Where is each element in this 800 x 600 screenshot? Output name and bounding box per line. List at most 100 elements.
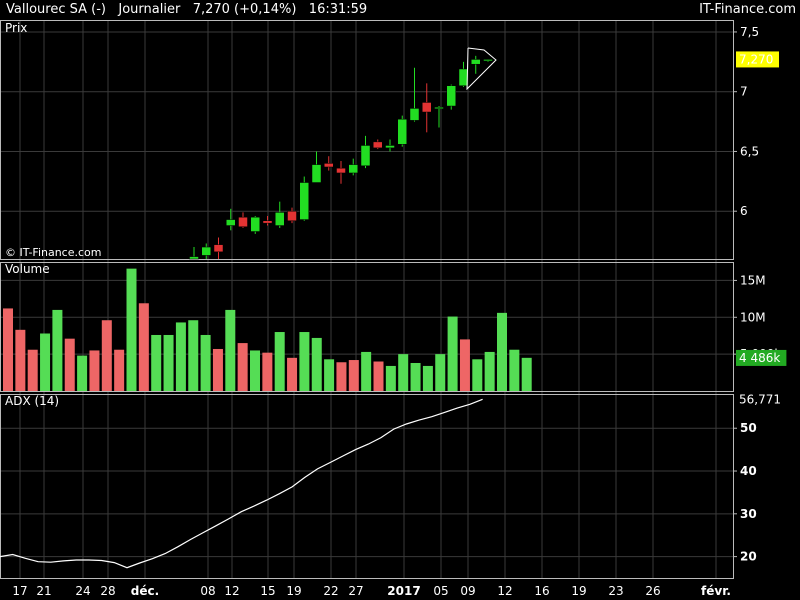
adx-line: [0, 398, 483, 569]
candle-body: [311, 164, 322, 183]
x-tick-label: 21: [36, 584, 51, 598]
volume-bar: [435, 354, 446, 391]
last-volume-badge: 4 486k: [739, 351, 780, 365]
candle-body: [201, 246, 211, 256]
volume-bar: [398, 354, 409, 391]
candle-body: [336, 167, 346, 174]
volume-bar: [509, 349, 520, 391]
y-tick-label: 20: [740, 550, 757, 564]
x-axis: 17 21 24 28 déc. 08 12 15 19 22 27 2017 05 09 12 16 19 23…: [12, 584, 731, 598]
volume-bars: [3, 268, 532, 391]
candle-body: [446, 85, 456, 107]
volume-bar: [114, 349, 125, 391]
volume-bar: [361, 351, 372, 391]
candle-body: [483, 59, 493, 62]
volume-bar: [250, 350, 260, 391]
x-tick-label: 17: [12, 584, 27, 598]
volume-bar: [299, 332, 310, 391]
volume-bar: [447, 316, 458, 391]
volume-bar: [126, 268, 137, 391]
y-tick-label: 7: [740, 85, 748, 99]
volume-bar: [40, 333, 51, 391]
volume-bar: [52, 309, 63, 391]
volume-bar: [324, 359, 335, 391]
y-tick-label: 10M: [740, 310, 766, 324]
candle-body: [360, 145, 371, 167]
y-tick-label: 50: [740, 421, 757, 435]
volume-bar: [138, 303, 149, 391]
volume-bar: [262, 352, 273, 391]
x-tick-label: 12: [224, 584, 239, 598]
price-panel-label: Prix: [5, 21, 27, 35]
volume-bar: [422, 365, 433, 391]
x-tick-label: 09: [460, 584, 475, 598]
volume-bar: [472, 359, 483, 391]
candle-body: [287, 210, 297, 222]
candle-body: [434, 106, 444, 109]
x-tick-label: 08: [200, 584, 215, 598]
x-tick-label: 2017: [387, 584, 420, 598]
volume-panel-label: Volume: [5, 262, 50, 276]
x-tick-label: févr.: [701, 584, 731, 598]
volume-bar: [459, 339, 470, 391]
candle-body: [471, 59, 481, 65]
last-adx-badge: 56,771: [739, 392, 781, 406]
y-tick-label: 15M: [740, 273, 766, 287]
volume-bar: [373, 361, 384, 391]
candle-body: [348, 164, 358, 174]
candle-body: [373, 141, 383, 149]
adx-series: [0, 398, 483, 569]
y-tick-label: 30: [740, 507, 757, 521]
panel-frame: [0, 20, 734, 260]
candle-body: [397, 118, 407, 145]
volume-bar: [484, 351, 495, 391]
copyright-label: © IT-Finance.com: [5, 246, 102, 259]
panel-borders: [0, 20, 734, 579]
volume-bar: [188, 320, 199, 391]
candle-body: [275, 212, 285, 226]
last-price-badge: 7,270: [739, 52, 773, 66]
candle-body: [409, 108, 420, 121]
candle-body: [238, 216, 248, 227]
panel-frame: [0, 394, 734, 579]
volume-bar: [237, 343, 248, 391]
candle-body: [324, 163, 334, 168]
volume-bar: [151, 334, 162, 391]
volume-bar: [175, 322, 186, 391]
x-tick-label: 26: [645, 584, 660, 598]
y-tick-label: 7,5: [740, 25, 759, 39]
candle-body: [189, 256, 199, 260]
x-tick-label: 23: [608, 584, 623, 598]
volume-bar: [274, 332, 285, 391]
volume-bar: [348, 360, 359, 391]
grid: [0, 20, 733, 578]
volume-bar: [101, 320, 112, 391]
volume-bar: [212, 348, 223, 391]
triangle-annotation: [466, 47, 497, 91]
volume-bar: [163, 334, 174, 391]
candle-body: [299, 182, 309, 220]
volume-bar: [77, 355, 88, 391]
x-tick-label: déc.: [131, 584, 159, 598]
x-tick-label: 24: [75, 584, 90, 598]
volume-bar: [410, 362, 421, 391]
candle-body: [262, 220, 273, 224]
volume-bar: [89, 350, 100, 391]
x-tick-label: 05: [433, 584, 448, 598]
volume-bar: [497, 312, 507, 391]
price-candles: [189, 55, 493, 260]
chart-canvas: 7,576,5615M10M5,000k504030207,2704 486k5…: [0, 20, 787, 598]
volume-bar: [521, 357, 532, 391]
x-tick-label: 19: [286, 584, 301, 598]
candle-body: [250, 216, 260, 232]
candle-body: [385, 145, 395, 149]
volume-bar: [200, 334, 211, 391]
volume-bar: [336, 362, 347, 391]
x-tick-label: 27: [348, 584, 363, 598]
triangle-shape: [466, 47, 497, 91]
x-tick-label: 19: [571, 584, 586, 598]
y-axes: 7,576,5615M10M5,000k504030207,2704 486k5…: [733, 25, 787, 564]
volume-bar: [27, 349, 38, 391]
candle-body: [422, 102, 432, 113]
y-tick-label: 40: [740, 464, 757, 478]
